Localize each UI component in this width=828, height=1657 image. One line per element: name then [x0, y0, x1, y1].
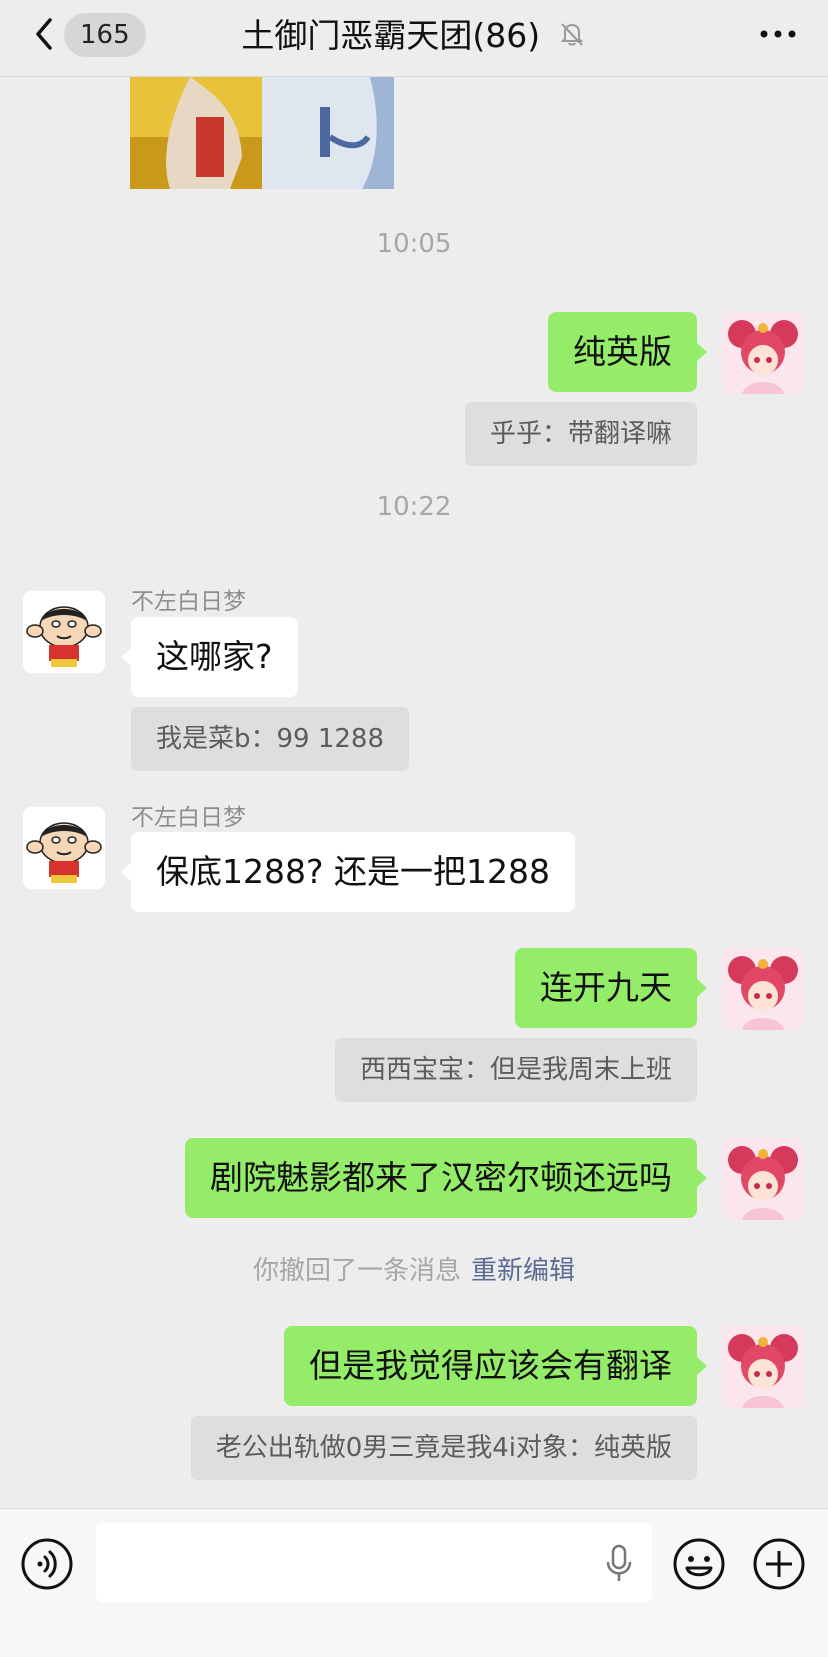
mute-bell-icon [557, 16, 587, 60]
quoted-reply[interactable]: 我是菜b：99 1288 [131, 707, 410, 771]
sender-name: 不左白日梦 [131, 805, 246, 831]
recall-text: 你撤回了一条消息 [252, 1256, 461, 1286]
contact-avatar[interactable] [23, 807, 105, 889]
my-message-bubble[interactable]: 连开九天 [515, 948, 697, 1028]
my-avatar[interactable] [722, 1326, 804, 1408]
bubble-tail [121, 648, 131, 666]
bubble-tail [121, 863, 131, 881]
bubble-tail [697, 979, 707, 997]
contact-message-bubble[interactable]: 这哪家? [131, 617, 298, 697]
voice-icon[interactable] [20, 1537, 74, 1591]
quoted-reply[interactable]: 老公出轨做0男三竟是我4i对象：纯英版 [190, 1416, 697, 1480]
chat-title: 土御门恶霸天团(86) [241, 16, 541, 55]
message-input[interactable] [96, 1523, 652, 1603]
mic-icon[interactable] [604, 1543, 634, 1587]
input-toolbar [0, 1508, 828, 1657]
image-message[interactable] [130, 77, 394, 189]
my-avatar[interactable] [722, 312, 804, 394]
re-edit-link[interactable]: 重新编辑 [471, 1256, 575, 1286]
my-message-bubble[interactable]: 但是我觉得应该会有翻译 [284, 1326, 697, 1406]
emoji-icon[interactable] [672, 1537, 726, 1591]
quoted-reply[interactable]: 乎乎：带翻译嘛 [464, 402, 697, 466]
bubble-tail [697, 1357, 707, 1375]
my-avatar[interactable] [722, 1138, 804, 1220]
my-message-bubble[interactable]: 剧院魅影都来了汉密尔顿还远吗 [185, 1138, 697, 1218]
contact-avatar[interactable] [23, 591, 105, 673]
more-dots-icon[interactable] [758, 22, 798, 50]
message-list[interactable]: 10:05 纯英版 乎乎：带翻译嘛 10:22 不左白日梦 这哪家? 我是菜b：… [0, 77, 828, 1507]
timestamp: 10:22 [376, 492, 452, 522]
my-avatar[interactable] [722, 948, 804, 1030]
contact-message-bubble[interactable]: 保底1288? 还是一把1288 [131, 832, 575, 912]
bubble-tail [697, 1169, 707, 1187]
sender-name: 不左白日梦 [131, 589, 246, 615]
chat-header: 165 土御门恶霸天团(86) [0, 0, 828, 77]
quoted-reply[interactable]: 西西宝宝：但是我周末上班 [334, 1038, 697, 1102]
my-message-bubble[interactable]: 纯英版 [548, 312, 697, 392]
recall-notice: 你撤回了一条消息 重新编辑 [0, 1250, 828, 1287]
timestamp: 10:05 [376, 229, 452, 259]
bubble-tail [697, 343, 707, 361]
chat-title-bar[interactable]: 土御门恶霸天团(86) [0, 14, 828, 60]
plus-icon[interactable] [752, 1537, 806, 1591]
